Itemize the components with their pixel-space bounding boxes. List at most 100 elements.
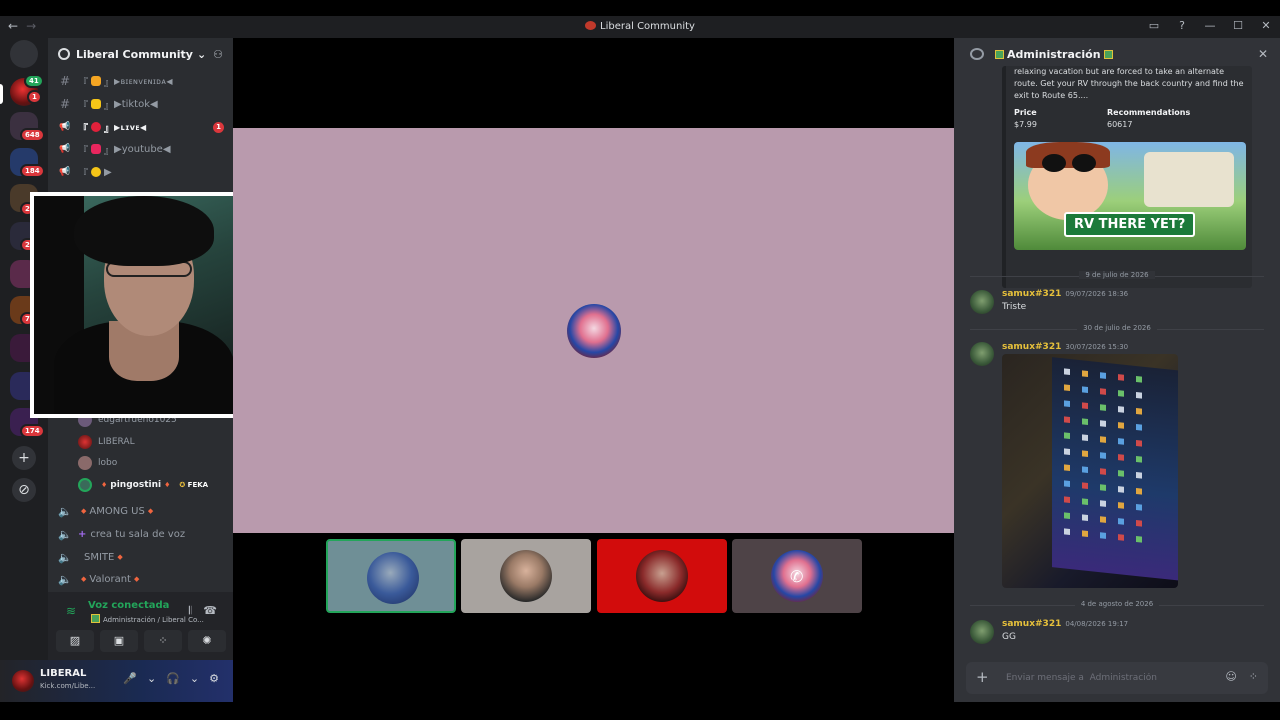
voice-channel-smite[interactable]: 🔈 SMITE ◆ [56,547,126,567]
channel-bracket: 』 [104,77,114,89]
avatar [78,456,92,470]
participant-tile[interactable] [326,539,456,613]
voice-stage[interactable] [233,128,954,533]
avatar[interactable] [970,620,994,644]
voice-channel-valorant[interactable]: 🔈 ◆ Valorant ◆ [56,569,142,589]
user-tag: ✪ FEKA [179,481,209,489]
desktop-icon [1118,422,1124,429]
avatar [78,435,92,449]
close-icon[interactable]: ✕ [1258,47,1268,61]
avatar[interactable] [970,290,994,314]
message-input[interactable] [1006,670,1206,686]
message-image-attachment[interactable] [1002,354,1178,588]
embed-image-title: RV THERE YET? [1064,212,1196,237]
voice-user[interactable]: ♦ pingostini ♦ ✪ FEKA [78,475,208,495]
camera-off-button[interactable]: ▨ [56,630,94,652]
apps-icon[interactable]: ⁘ [1249,670,1258,683]
desktop-icon [1100,516,1106,523]
voice-user[interactable]: lobo [78,453,117,473]
discord-home-icon[interactable] [10,40,38,68]
participant-tile[interactable] [597,539,727,613]
desktop-icon [1064,528,1070,536]
share-screen-button[interactable]: ▣ [100,630,138,652]
voice-channel-among-us[interactable]: 🔈 ◆ AMONG US ◆ [56,501,156,521]
maximize-button[interactable]: ☐ [1230,19,1246,32]
server-settings-icon [58,48,70,60]
channel-decoration: ◆ [117,553,123,561]
server-header[interactable]: Liberal Community ⌄ ⚇ [48,38,233,70]
avatar[interactable] [12,670,34,692]
emoji-icon [91,144,101,154]
headphones-icon[interactable]: 🎧 [166,672,180,685]
message-author[interactable]: samux#321 09/07/2026 18:36 [1002,289,1128,299]
embed-field-label: Recommendations [1107,108,1191,117]
date-divider-text: 9 de julio de 2026 [1079,271,1155,279]
channel-item-youtube[interactable]: 📢 『 』 ▶youtube◀ [56,139,228,159]
attach-plus-icon[interactable]: + [976,668,989,686]
chevron-down-icon[interactable]: ⌄ [190,672,199,685]
desktop-icon [1064,512,1070,520]
soundboard-button[interactable]: ✺ [188,630,226,652]
desktop-icon [1118,518,1124,525]
close-window-button[interactable]: ✕ [1258,19,1274,32]
desktop-icon [1100,532,1106,539]
voice-location[interactable]: Administración / Liberal Co... [88,614,204,624]
desktop-icon [1118,534,1124,541]
chevron-down-icon[interactable]: ⌄ [147,672,156,685]
settings-icon[interactable]: ⚙ [209,672,219,685]
embed-field-value: $7.99 [1014,120,1037,129]
disconnect-icon[interactable]: ☎ [203,604,217,618]
flame-icon: ♦ [164,481,171,489]
rv-illustration [1144,152,1234,207]
desktop-icon [1136,471,1142,479]
desktop-icon [1082,370,1088,377]
desktop-icon [1064,480,1070,488]
channel-name: ▶youtube◀ [114,143,171,155]
channel-decoration: ◆ [133,575,140,583]
shield-icon [995,49,1004,59]
explore-servers-button[interactable]: ⊘ [12,478,36,502]
mention-badge: 1 [213,122,224,133]
date-divider: 4 de agosto de 2026 [970,600,1264,610]
desktop-icon [1064,384,1070,392]
avatar[interactable] [970,342,994,366]
add-server-button[interactable]: + [12,446,36,470]
participant-tile[interactable] [461,539,591,613]
inbox-icon[interactable]: ▭ [1146,19,1162,32]
user-name[interactable]: LIBERAL [40,668,86,679]
speaker-icon: 🔈 [58,572,72,586]
desktop-icon [1100,500,1106,507]
signal-icon[interactable]: ≋ [66,604,76,618]
voice-status[interactable]: Voz conectada [88,600,169,611]
avatar [500,550,552,602]
speaker-icon: 🔈 [58,550,72,564]
message-author[interactable]: samux#321 04/08/2026 19:17 [1002,619,1128,629]
server-badge: 174 [20,424,45,438]
channel-item-live[interactable]: 📢 『 』 ▶ʟɪᴠᴇ◀ 1 [56,117,228,137]
speaker-avatar[interactable] [567,304,621,358]
message-timestamp: 09/07/2026 18:36 [1065,290,1129,298]
desktop-icon [1136,503,1142,511]
emoji-icon [91,76,101,86]
embed-image[interactable]: RV THERE YET? [1014,142,1246,250]
desktop-icon [1064,432,1070,440]
voice-user[interactable]: LIBERAL [78,432,135,452]
server-badge: 648 [20,128,45,142]
channel-item-bienvenida[interactable]: # 『 』 ▶ʙɪᴇɴᴠᴇɴɪᴅᴀ◀ [56,71,228,91]
channel-item-partial[interactable]: 📢 『 ▶ [56,162,228,182]
message-timestamp: 04/08/2026 19:17 [1065,620,1129,628]
activities-button[interactable]: ⁘ [144,630,182,652]
minimize-button[interactable]: — [1202,19,1218,32]
voice-user-name: lobo [98,458,118,468]
channel-item-tiktok[interactable]: # 『 』 ▶tiktok◀ [56,94,228,114]
participant-tile[interactable]: ✆ [732,539,862,613]
emoji-icon[interactable]: ☺ [1225,670,1236,683]
embed-field-price: Price $7.99 [1014,108,1037,129]
desktop-icon [1118,390,1124,397]
voice-channel-crea-sala[interactable]: 🔈 + crea tu sala de voz [56,524,185,544]
noise-suppression-icon[interactable]: 𝄃 [189,604,191,618]
microphone-icon[interactable]: 🎤 [123,672,137,685]
help-icon[interactable]: ? [1174,19,1190,32]
invite-people-icon[interactable]: ⚇ [213,48,223,61]
message-author[interactable]: samux#321 30/07/2026 15:30 [1002,342,1128,352]
